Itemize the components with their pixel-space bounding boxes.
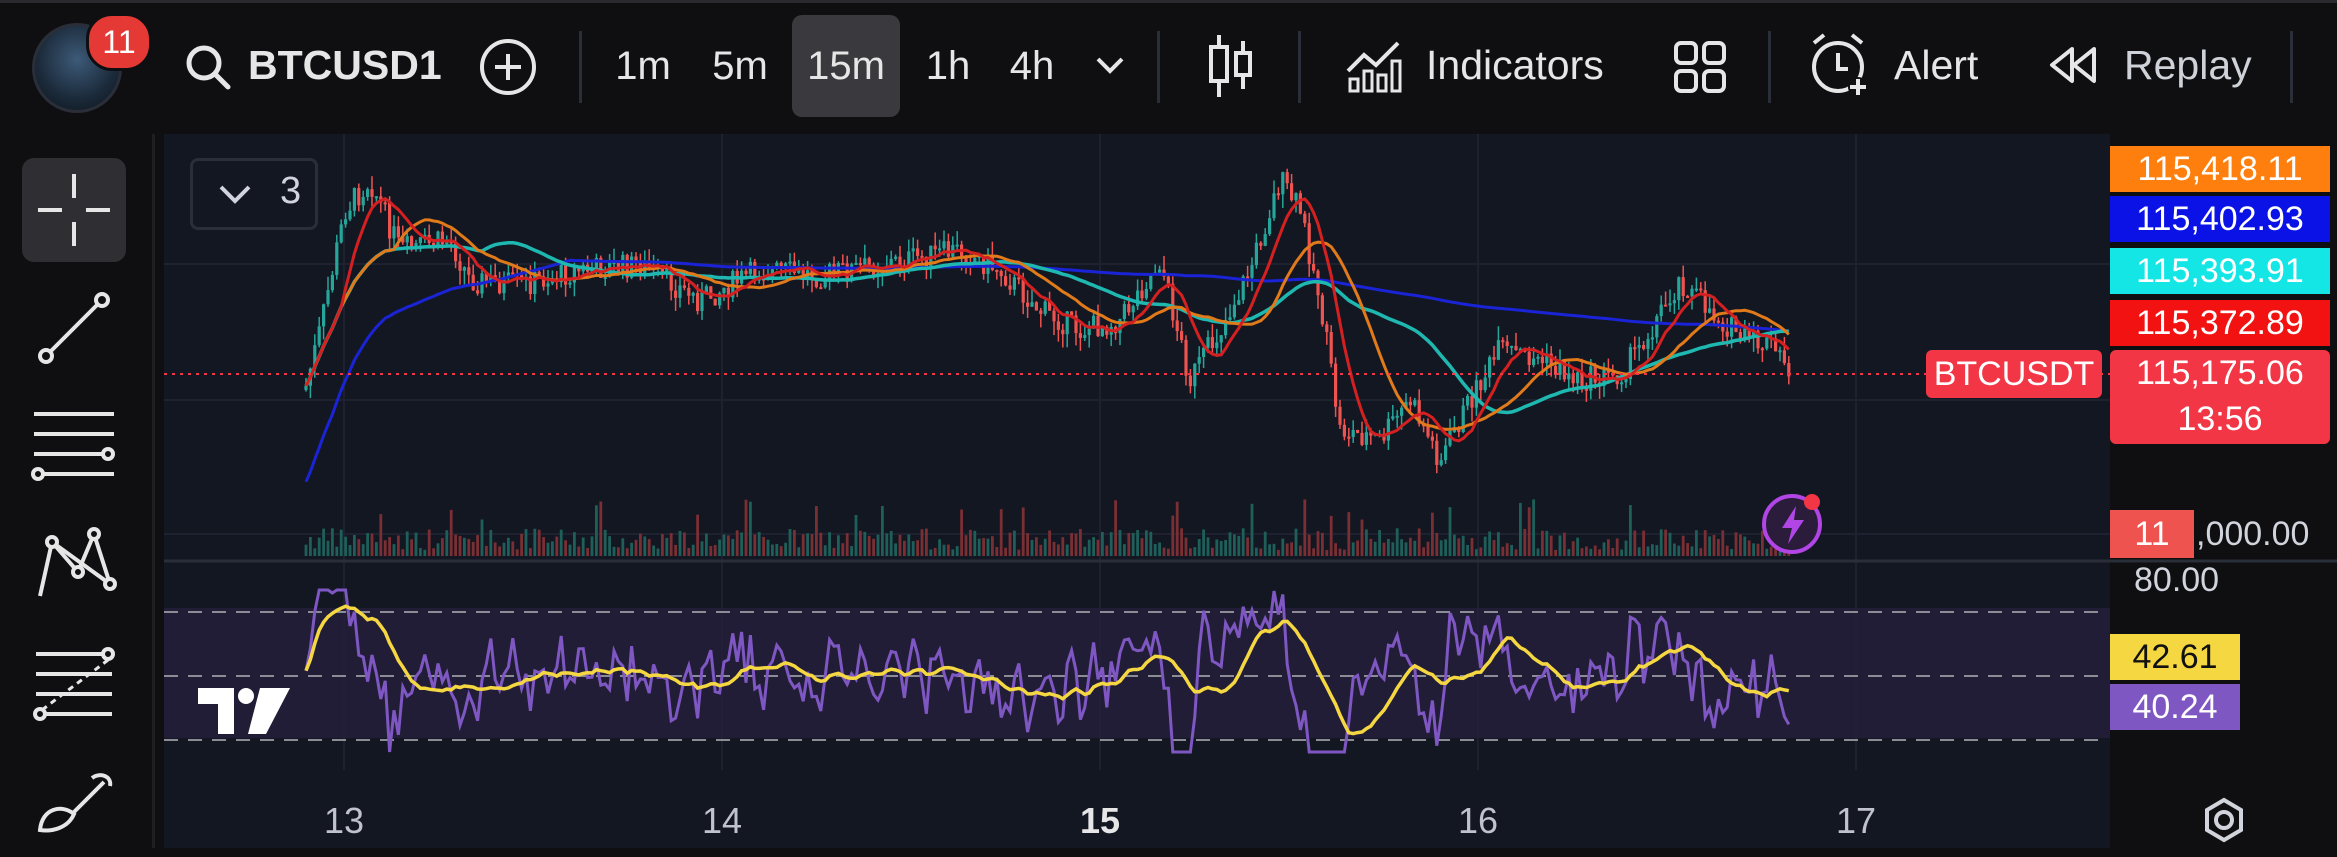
x-axis-label: 17 xyxy=(1835,800,1877,841)
chevron-down-icon xyxy=(219,185,251,204)
settings-icon[interactable] xyxy=(2200,796,2248,844)
x-axis-label: 15 xyxy=(1079,800,1121,841)
rsi-level-label: 80.00 xyxy=(2134,561,2220,599)
volume-axis-label: ,000.00 xyxy=(2196,515,2310,553)
indicator-count: 3 xyxy=(280,170,302,212)
price-label-ma4: 115,372.89 xyxy=(2110,300,2330,346)
volume-value-badge: 11 xyxy=(2110,510,2194,558)
price-label-ma2: 115,402.93 xyxy=(2110,196,2330,242)
lightning-icon[interactable] xyxy=(1758,488,1830,560)
current-price-value: 115,175.06 xyxy=(2136,354,2304,392)
price-label-ma1: 115,418.11 xyxy=(2110,146,2330,192)
price-label-ma3: 115,393.91 xyxy=(2110,248,2330,294)
current-price-label: 115,175.06 13:56 xyxy=(2110,350,2330,444)
x-axis-label: 16 xyxy=(1457,800,1499,841)
x-axis-label: 13 xyxy=(323,800,365,841)
symbol-price-tag: BTCUSDT xyxy=(1926,350,2102,398)
price-chart xyxy=(164,134,2337,770)
bar-countdown: 13:56 xyxy=(2177,400,2263,438)
tradingview-logo xyxy=(198,688,290,734)
x-axis-label: 14 xyxy=(701,800,743,841)
rsi-ma-value: 42.61 xyxy=(2110,634,2240,680)
rsi-value: 40.24 xyxy=(2110,684,2240,730)
